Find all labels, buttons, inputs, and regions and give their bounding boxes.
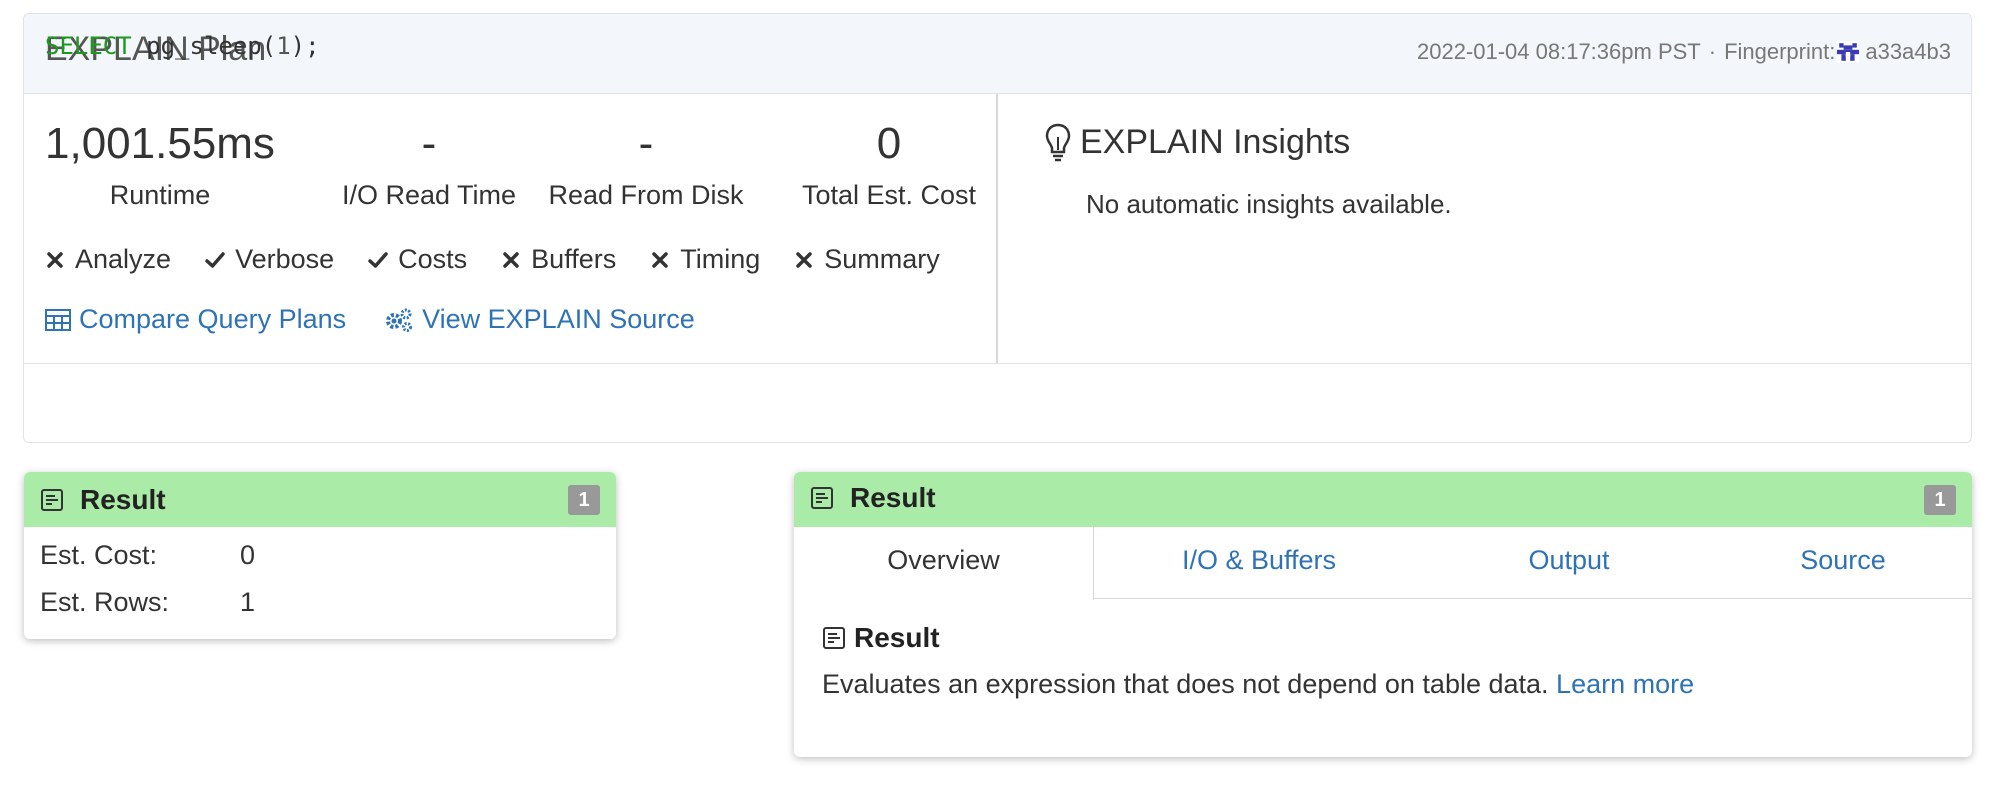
- detail-description: Evaluates an expression that does not de…: [822, 669, 1694, 700]
- stat-label: Runtime: [109, 180, 211, 210]
- sql-argument: 1: [276, 32, 291, 60]
- learn-more-link[interactable]: Learn more: [1556, 669, 1694, 699]
- cross-icon: [503, 251, 519, 268]
- stat-read-from-disk: - Read From Disk: [536, 114, 756, 211]
- explain-insights: EXPLAIN Insights No automatic insights a…: [998, 94, 1971, 363]
- option-label: Buffers: [531, 244, 617, 274]
- stat-label: I/O Read Time: [341, 180, 517, 210]
- option-analyze: Analyze: [45, 244, 171, 275]
- node-detail-title: Result: [850, 482, 936, 513]
- meta-separator: ·: [1708, 39, 1717, 64]
- plan-timestamp: 2022-01-04 08:17:36pm PST: [1416, 39, 1701, 64]
- stat-value: -: [638, 119, 654, 168]
- insights-title: EXPLAIN Insights: [1044, 122, 1350, 162]
- node-detail-panel: Result 1 Overview I/O & Buffers Output S…: [794, 472, 1972, 757]
- option-label: Costs: [398, 244, 468, 274]
- est-cost-value: 0: [240, 540, 256, 570]
- node-badge: 1: [568, 485, 600, 515]
- detail-section-title: Result: [822, 622, 940, 654]
- plan-summary: 1,001.55ms Runtime - I/O Read Time - Rea…: [24, 94, 998, 363]
- option-verbose: Verbose: [205, 244, 334, 275]
- detail-section-label: Result: [854, 622, 940, 653]
- tab-io-buffers[interactable]: I/O & Buffers: [1094, 527, 1424, 599]
- insights-heading: EXPLAIN Insights: [1080, 122, 1351, 161]
- tab-overview[interactable]: Overview: [794, 527, 1094, 600]
- option-costs: Costs: [368, 244, 467, 275]
- description-text: Evaluates an expression that does not de…: [822, 669, 1557, 699]
- plan-node-header: Result 1: [24, 472, 616, 527]
- option-summary: Summary: [794, 244, 940, 275]
- est-rows-label: Est. Rows:: [40, 587, 170, 617]
- link-label: View EXPLAIN Source: [422, 304, 695, 334]
- node-detail-tabs: Overview I/O & Buffers Output Source: [794, 527, 1972, 600]
- plan-links: Compare Query Plans View EXPLAIN Source: [45, 304, 733, 335]
- tab-source[interactable]: Source: [1714, 527, 1972, 599]
- option-label: Verbose: [235, 244, 335, 274]
- option-timing: Timing: [650, 244, 760, 275]
- fingerprint-label: Fingerprint:: [1724, 39, 1836, 64]
- sql-function: pg_sleep(: [131, 32, 277, 60]
- fingerprint-value[interactable]: a33a4b3: [1865, 39, 1951, 65]
- list-alt-icon: [41, 489, 63, 511]
- cross-icon: [796, 251, 812, 268]
- cross-icon: [652, 251, 668, 268]
- stat-value: -: [421, 119, 437, 168]
- stat-label: Total Est. Cost: [801, 180, 977, 210]
- table-icon: [45, 308, 71, 331]
- tab-output[interactable]: Output: [1424, 527, 1714, 599]
- stat-runtime: 1,001.55ms Runtime: [45, 114, 275, 211]
- est-rows-value: 1: [240, 587, 256, 617]
- stat-value: 0: [876, 119, 902, 168]
- explain-options: Analyze Verbose Costs Buffers Timing Sum…: [45, 244, 974, 275]
- plan-meta: 2022-01-04 08:17:36pm PST · Fingerprint:…: [1417, 39, 1951, 65]
- list-alt-icon: [823, 627, 845, 649]
- sql-keyword: SELECT: [45, 32, 132, 60]
- option-label: Timing: [680, 244, 761, 274]
- plan-node-card[interactable]: Result 1 Est. Cost: 0 Est. Rows: 1: [24, 472, 616, 639]
- insights-message: No automatic insights available.: [1086, 189, 1452, 219]
- stat-value: 1,001.55ms: [45, 119, 275, 168]
- option-buffers: Buffers: [501, 244, 616, 275]
- check-icon: [368, 251, 388, 268]
- fingerprint-identicon-icon: [1837, 41, 1860, 63]
- stat-label: Read From Disk: [548, 180, 744, 210]
- node-detail-header: Result 1: [794, 472, 1972, 527]
- check-icon: [205, 251, 225, 268]
- compare-query-plans-link[interactable]: Compare Query Plans: [45, 304, 346, 335]
- option-label: Analyze: [75, 244, 172, 274]
- node-detail-badge: 1: [1924, 485, 1956, 515]
- explain-plan-panel: EXPLAIN Plan 2022-01-04 08:17:36pm PST ·…: [23, 13, 1972, 443]
- stat-io-read-time: - I/O Read Time: [324, 114, 534, 211]
- list-alt-icon: [811, 487, 833, 509]
- lightbulb-icon: [1045, 123, 1071, 162]
- gears-icon: [386, 308, 413, 332]
- plan-node-title: Result: [80, 484, 166, 515]
- link-label: Compare Query Plans: [79, 304, 347, 334]
- sql-end: );: [290, 32, 320, 60]
- option-label: Summary: [824, 244, 940, 274]
- plan-body: 1,001.55ms Runtime - I/O Read Time - Rea…: [24, 94, 1971, 364]
- est-cost-label: Est. Cost:: [40, 540, 158, 570]
- cross-icon: [47, 251, 63, 268]
- stat-total-est-cost: 0 Total Est. Cost: [774, 114, 1004, 211]
- view-explain-source-link[interactable]: View EXPLAIN Source: [384, 304, 695, 335]
- query-text: SELECT pg_sleep(1);: [45, 32, 320, 60]
